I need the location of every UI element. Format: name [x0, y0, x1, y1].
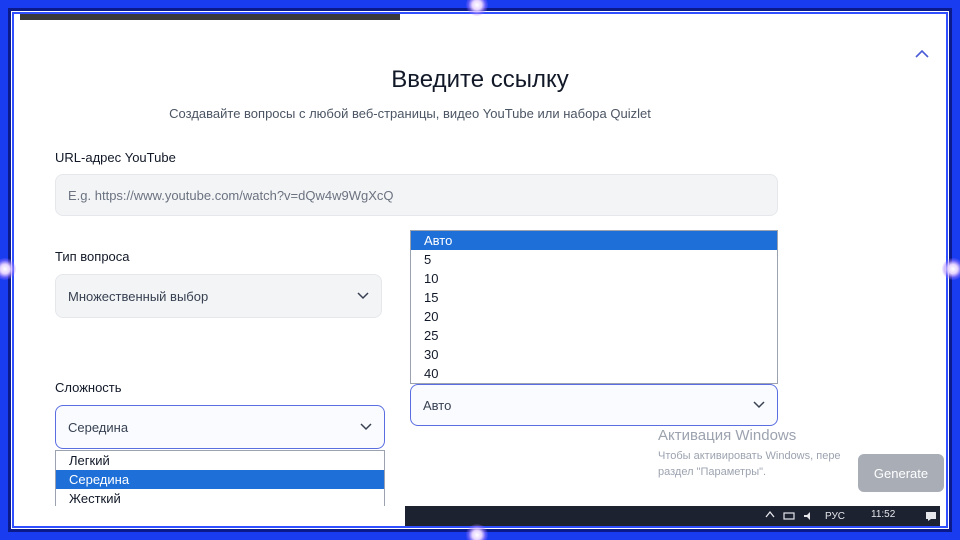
- question-type-select[interactable]: Множественный выбор: [55, 274, 382, 318]
- page-title: Введите ссылку: [391, 66, 569, 93]
- difficulty-value: Середина: [68, 419, 129, 435]
- sparkle-decoration: [466, 0, 488, 16]
- chevron-down-icon: [360, 420, 372, 434]
- chevron-down-icon: [753, 398, 765, 412]
- difficulty-option[interactable]: Легкий: [56, 451, 384, 470]
- window-titlebar: [20, 12, 400, 20]
- count-options-list: Авто 5 10 15 20 25 30 40: [410, 230, 778, 384]
- activation-watermark-text: Чтобы активировать Windows, пере раздел …: [658, 448, 878, 480]
- page-bottom-area: [20, 506, 405, 528]
- count-option[interactable]: 40: [411, 364, 777, 383]
- activation-watermark-title: Активация Windows: [658, 427, 797, 444]
- count-option[interactable]: 30: [411, 345, 777, 364]
- youtube-url-input[interactable]: E.g. https://www.youtube.com/watch?v=dQw…: [55, 174, 778, 216]
- question-type-label: Тип вопроса: [55, 249, 130, 264]
- count-option[interactable]: 20: [411, 307, 777, 326]
- difficulty-select[interactable]: Середина: [55, 405, 385, 449]
- count-option[interactable]: 15: [411, 288, 777, 307]
- difficulty-label: Сложность: [55, 380, 122, 395]
- question-type-value: Множественный выбор: [68, 288, 209, 304]
- network-icon[interactable]: [783, 512, 795, 524]
- count-value: Авто: [423, 397, 452, 413]
- sparkle-decoration: [0, 258, 16, 280]
- youtube-url-label: URL-адрес YouTube: [55, 150, 176, 165]
- notification-icon[interactable]: [925, 511, 937, 525]
- difficulty-options-list: Легкий Середина Жесткий: [55, 450, 385, 509]
- taskbar-clock[interactable]: 11:52: [871, 509, 895, 520]
- sparkle-decoration: [942, 258, 960, 280]
- difficulty-option-selected[interactable]: Середина: [56, 470, 384, 489]
- generate-button[interactable]: Generate: [858, 454, 944, 492]
- count-option[interactable]: 5: [411, 250, 777, 269]
- youtube-url-placeholder: E.g. https://www.youtube.com/watch?v=dQw…: [68, 187, 394, 203]
- chevron-up-icon[interactable]: [765, 510, 775, 521]
- windows-taskbar: РУС 11:52: [405, 506, 940, 528]
- activation-watermark-line: Чтобы активировать Windows, пере: [658, 450, 841, 462]
- count-option[interactable]: 10: [411, 269, 777, 288]
- count-select[interactable]: Авто: [410, 384, 778, 426]
- activation-watermark-line: раздел "Параметры".: [658, 466, 767, 478]
- count-option[interactable]: 25: [411, 326, 777, 345]
- volume-icon[interactable]: [803, 511, 815, 524]
- count-option-selected[interactable]: Авто: [411, 231, 777, 250]
- language-indicator[interactable]: РУС: [825, 511, 845, 522]
- chevron-down-icon: [357, 289, 369, 303]
- page-subtitle: Создавайте вопросы с любой веб-страницы,…: [169, 106, 651, 121]
- chevron-up-icon[interactable]: [912, 46, 932, 66]
